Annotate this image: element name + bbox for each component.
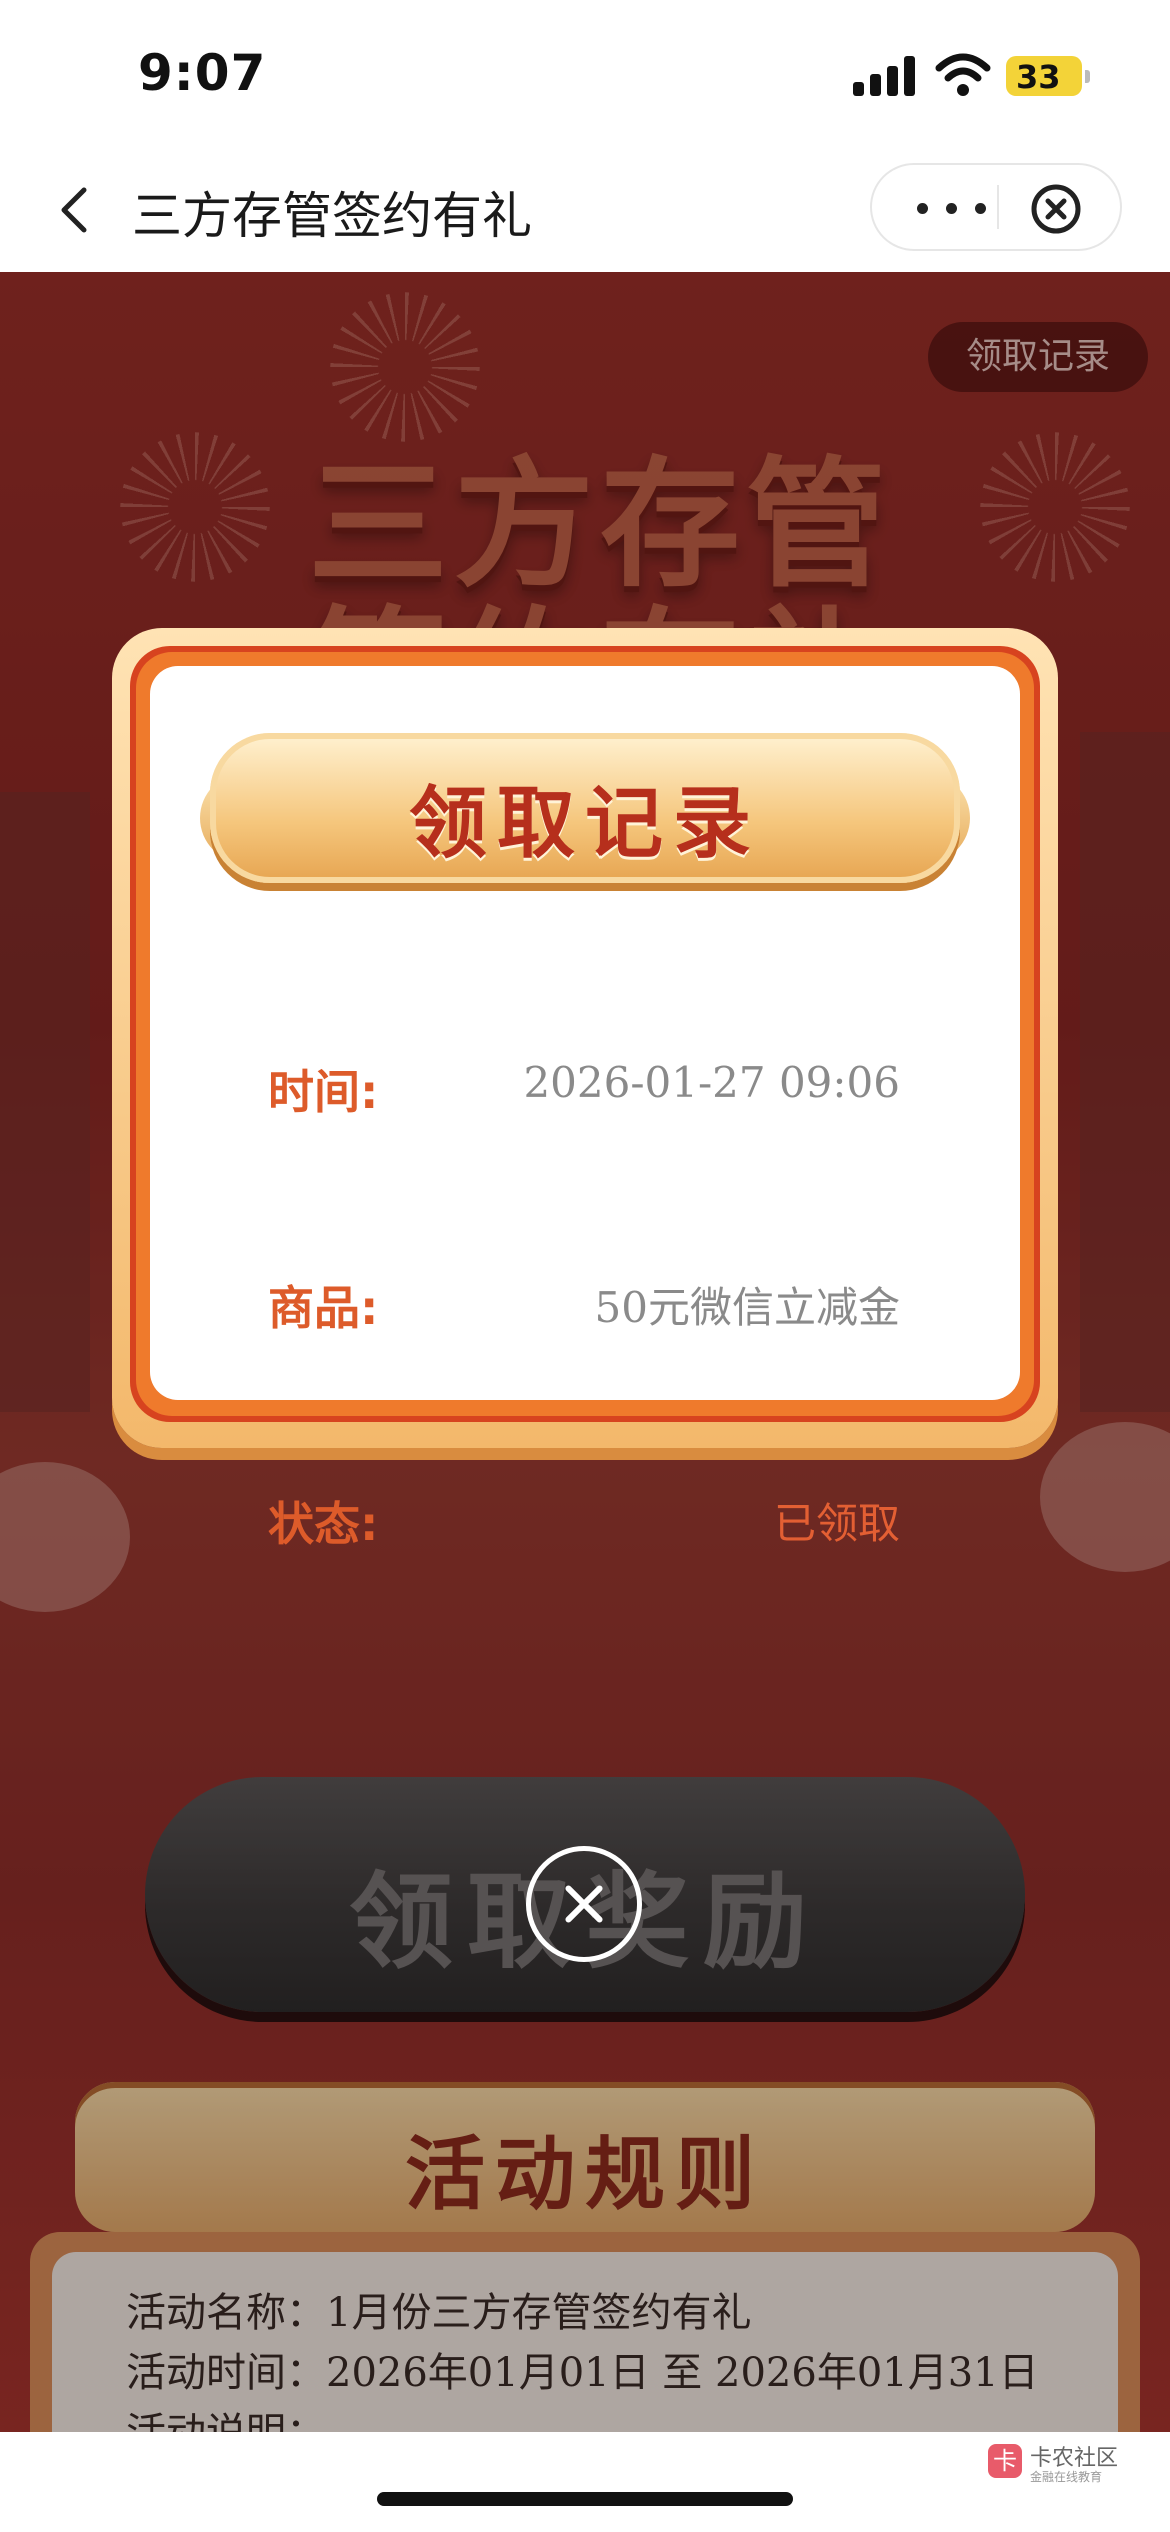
- watermark-logo-icon: 卡: [988, 2444, 1022, 2478]
- product-value: 50元微信立减金: [594, 1283, 900, 1332]
- home-indicator[interactable]: [377, 2492, 793, 2506]
- chevron-left-icon[interactable]: [50, 180, 100, 240]
- watermark: 卡 卡农社区 金融在线教育: [988, 2440, 1158, 2490]
- battery-icon: 33: [1006, 56, 1090, 96]
- time-label: 时间:: [268, 1065, 379, 1119]
- close-circle-icon[interactable]: [526, 1846, 642, 1962]
- watermark-tagline: 金融在线教育: [1030, 2470, 1103, 2484]
- modal-title: 领取记录: [408, 779, 761, 869]
- page-title: 三方存管签约有礼: [132, 187, 532, 245]
- more-dots-icon[interactable]: [902, 165, 1002, 249]
- status-label: 状态:: [268, 1497, 379, 1551]
- battery-level: 33: [1016, 58, 1061, 96]
- nav-bar: 三方存管签约有礼: [0, 150, 1170, 272]
- modal-title-banner: 领取记录: [200, 733, 970, 883]
- status-time: 9:07: [138, 44, 267, 102]
- wifi-icon: [935, 53, 991, 96]
- close-circle-icon[interactable]: [1030, 183, 1082, 235]
- mini-program-capsule: [870, 163, 1122, 251]
- product-label: 商品:: [268, 1281, 379, 1335]
- status-bar: 9:07 33: [0, 0, 1170, 150]
- time-value: 2026-01-27 09:06: [523, 1058, 900, 1107]
- cellular-signal-icon: [853, 56, 917, 96]
- capsule-divider: [997, 185, 999, 229]
- status-value: 已领取: [773, 1499, 900, 1548]
